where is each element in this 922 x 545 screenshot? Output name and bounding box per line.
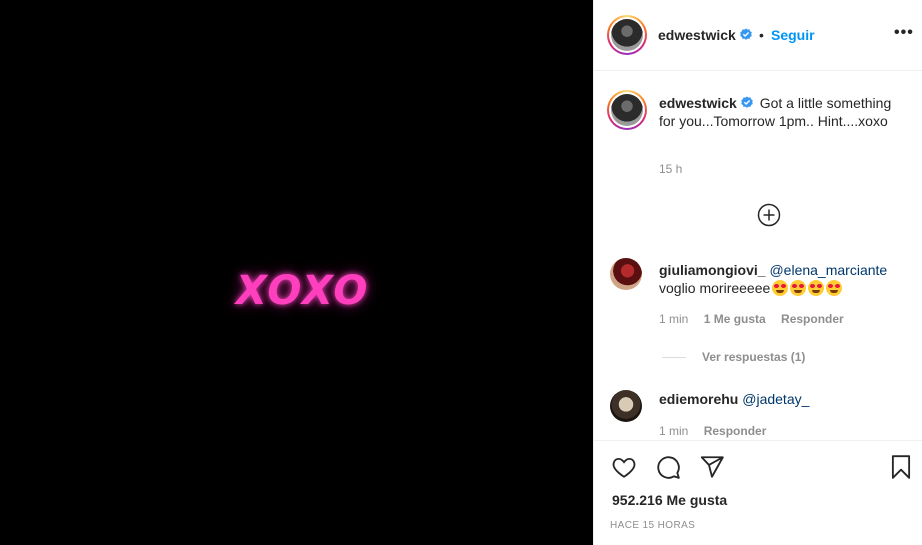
caption-username[interactable]: edwestwick — [659, 95, 754, 111]
comment-item: giuliamongiovi_ @elena_marciante voglio … — [659, 261, 909, 297]
comment-icon[interactable] — [655, 454, 681, 480]
comment-username[interactable]: giuliamongiovi_ — [659, 262, 766, 278]
header-separator: • — [759, 27, 764, 43]
author-username[interactable]: edwestwick — [658, 27, 753, 43]
comment-item: ediemorehu @jadetay_ — [659, 390, 909, 408]
share-icon[interactable] — [699, 454, 725, 480]
commenter-avatar[interactable] — [610, 258, 642, 290]
comment-likes[interactable]: 1 Me gusta — [704, 312, 766, 326]
heart-eyes-emoji-icon — [790, 280, 807, 296]
verified-badge-icon — [740, 28, 752, 40]
post-timestamp[interactable]: HACE 15 HORAS — [610, 520, 695, 531]
heart-eyes-emoji-icon — [808, 280, 825, 296]
caption-avatar[interactable] — [607, 90, 647, 130]
author-avatar[interactable] — [607, 15, 647, 55]
more-options-icon[interactable]: ••• — [894, 24, 914, 42]
bookmark-icon[interactable] — [888, 454, 914, 480]
commenter-avatar[interactable] — [610, 390, 642, 422]
comment-mention[interactable]: @elena_marciante — [769, 262, 887, 278]
view-replies-button[interactable]: Ver respuestas (1) — [662, 350, 805, 364]
comments-list[interactable]: edwestwick Got a little something for yo… — [594, 72, 922, 440]
comment-time: 1 min — [659, 312, 689, 326]
post-caption: edwestwick Got a little something for yo… — [659, 94, 909, 130]
add-circle-icon[interactable] — [757, 203, 781, 227]
post-side-panel: edwestwick • Seguir ••• edwestwick Got a… — [593, 0, 922, 545]
heart-eyes-emoji-icon — [826, 280, 843, 296]
verified-badge-icon — [741, 96, 753, 108]
post-actions: 952.216 Me gusta HACE 15 HORAS — [594, 440, 922, 545]
comment-mention[interactable]: @jadetay_ — [742, 391, 809, 407]
reply-button[interactable]: Responder — [781, 312, 844, 326]
heart-eyes-emoji-icon — [772, 280, 789, 296]
heart-icon[interactable] — [611, 454, 637, 480]
likes-count[interactable]: 952.216 Me gusta — [612, 492, 727, 508]
post-header: edwestwick • Seguir ••• — [594, 0, 922, 71]
comment-meta: 1 min Responder — [659, 424, 778, 438]
post-media[interactable]: XOXO — [0, 0, 593, 545]
comment-meta: 1 min 1 Me gusta Responder — [659, 312, 856, 326]
comment-text: voglio morireeeee — [659, 280, 771, 296]
media-xoxo-text: XOXO — [236, 268, 370, 314]
replies-divider — [662, 357, 686, 359]
caption-time: 15 h — [659, 162, 683, 176]
reply-button[interactable]: Responder — [704, 424, 767, 438]
follow-button[interactable]: Seguir — [771, 27, 815, 43]
comment-time: 1 min — [659, 424, 689, 438]
comment-username[interactable]: ediemorehu — [659, 391, 738, 407]
